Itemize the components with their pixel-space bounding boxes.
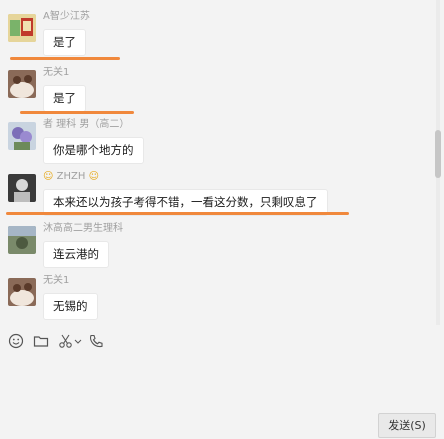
- scrollbar[interactable]: [434, 0, 442, 325]
- message-bubble: 连云港的: [43, 241, 109, 268]
- avatar[interactable]: [8, 70, 36, 98]
- chat-message: 无关1 无锡的: [0, 274, 430, 325]
- avatar[interactable]: [8, 122, 36, 150]
- chat-message: 者 理科 男（高二） 你是哪个地方的: [0, 118, 430, 174]
- input-toolbar: [0, 327, 444, 355]
- scroll-thumb[interactable]: [435, 130, 441, 178]
- avatar[interactable]: [8, 226, 36, 254]
- annotation-underline: [6, 212, 349, 215]
- emoji-icon[interactable]: [8, 333, 24, 349]
- chat-message: 沐高高二男生理科 连云港的: [0, 222, 430, 278]
- message-input[interactable]: [0, 355, 444, 415]
- emoji-icon: ☺: [88, 171, 99, 182]
- folder-icon[interactable]: [33, 333, 49, 349]
- sender-name: A智少江苏: [43, 11, 90, 22]
- send-button[interactable]: 发送(S): [378, 413, 436, 438]
- message-bubble: 是了: [43, 29, 86, 56]
- avatar[interactable]: [8, 14, 36, 42]
- avatar[interactable]: [8, 278, 36, 306]
- chat-history[interactable]: A智少江苏 是了 无关1 是了 者 理科 男（高二） 你是哪个地方的 ☺ ZHZ…: [0, 0, 444, 325]
- sender-name: 者 理科 男（高二）: [43, 119, 130, 130]
- sender-name: 无关1: [43, 275, 70, 286]
- emoji-icon: ☺: [43, 171, 54, 182]
- chevron-down-icon[interactable]: [74, 333, 82, 349]
- sender-name: ☺ ZHZH ☺: [43, 171, 99, 182]
- annotation-underline: [10, 57, 120, 60]
- message-bubble: 你是哪个地方的: [43, 137, 144, 164]
- scissors-icon[interactable]: [58, 333, 74, 349]
- chat-message: ☺ ZHZH ☺ 本来还以为孩子考得不错，一看这分数，只剩叹息了: [0, 170, 430, 226]
- avatar[interactable]: [8, 174, 36, 202]
- message-bubble: 无锡的: [43, 293, 98, 320]
- sender-name: 沐高高二男生理科: [43, 223, 123, 234]
- sender-name: 无关1: [43, 67, 70, 78]
- message-bubble: 是了: [43, 85, 86, 112]
- phone-icon[interactable]: [88, 333, 104, 349]
- annotation-underline: [20, 111, 134, 114]
